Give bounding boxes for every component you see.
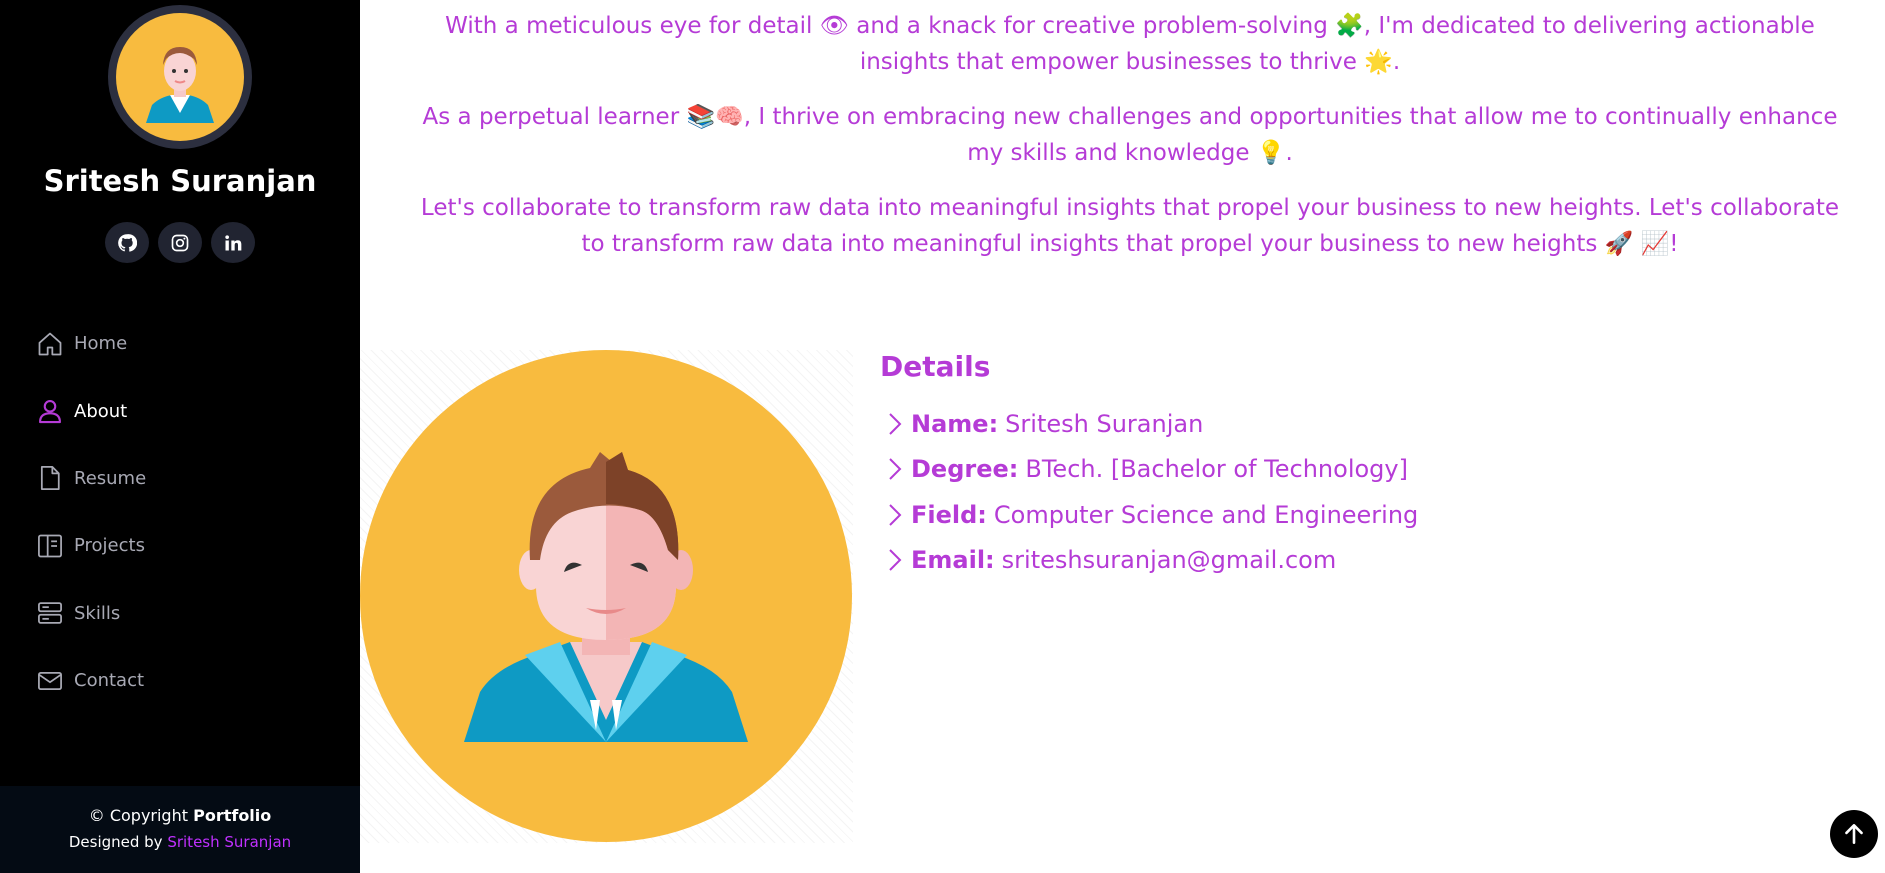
designer-link[interactable]: Sritesh Suranjan bbox=[167, 833, 291, 851]
nav-menu: Home About Resume Projects Skills Contac… bbox=[36, 310, 336, 714]
linkedin-icon bbox=[225, 234, 242, 250]
designed-prefix: Designed by bbox=[68, 833, 168, 851]
envelope-icon bbox=[36, 667, 64, 695]
detail-value: BTech. [Bachelor of Technology] bbox=[1025, 455, 1408, 484]
nav-label-projects: Projects bbox=[74, 535, 145, 557]
detail-row-email: Email: sriteshsuranjan@gmail.com bbox=[880, 538, 1780, 584]
nav-label-about: About bbox=[74, 400, 128, 422]
detail-label: Name: bbox=[911, 409, 999, 438]
details-title: Details bbox=[880, 350, 991, 383]
intro-paragraph-1: With a meticulous eye for detail 👁 and a… bbox=[445, 13, 1815, 75]
detail-label: Degree: bbox=[911, 455, 1019, 484]
github-icon bbox=[118, 233, 137, 252]
chevron-right-icon bbox=[889, 549, 902, 571]
intro-paragraph-3: Let's collaborate to transform raw data … bbox=[420, 195, 1840, 257]
sidebar-footer: © Copyright Portfolio Designed by Srites… bbox=[0, 786, 360, 873]
nav-item-skills[interactable]: Skills bbox=[36, 580, 336, 647]
home-icon bbox=[36, 330, 64, 358]
instagram-link[interactable] bbox=[158, 222, 202, 263]
sidebar: Sritesh Suranjan Home About Resume Proje… bbox=[0, 0, 360, 873]
detail-row-field: Field: Computer Science and Engineering bbox=[880, 492, 1780, 538]
avatar-image bbox=[116, 13, 244, 141]
detail-value: Computer Science and Engineering bbox=[993, 500, 1419, 529]
intro-paragraph-2: As a perpetual learner 📚🧠, I thrive on e… bbox=[422, 104, 1838, 166]
profile-name: Sritesh Suranjan bbox=[43, 164, 317, 198]
details-section: Details Name: Sritesh Suranjan Degree: B… bbox=[880, 350, 1780, 583]
file-icon bbox=[36, 464, 64, 492]
linkedin-link[interactable] bbox=[211, 222, 255, 263]
nav-item-projects[interactable]: Projects bbox=[36, 512, 336, 579]
github-link[interactable] bbox=[105, 222, 149, 263]
nav-item-contact[interactable]: Contact bbox=[36, 647, 336, 714]
nav-label-skills: Skills bbox=[74, 602, 121, 624]
social-links bbox=[0, 222, 360, 263]
server-icon bbox=[36, 599, 64, 627]
person-icon bbox=[36, 397, 64, 425]
detail-label: Field: bbox=[911, 500, 987, 529]
detail-value[interactable]: sriteshsuranjan@gmail.com bbox=[1002, 546, 1337, 574]
instagram-icon bbox=[171, 234, 189, 251]
copyright-brand: Portfolio bbox=[193, 806, 272, 825]
arrow-up-icon bbox=[1845, 824, 1863, 844]
nav-item-home[interactable]: Home bbox=[36, 310, 336, 377]
nav-item-about[interactable]: About bbox=[36, 377, 336, 444]
chevron-right-icon bbox=[889, 504, 902, 526]
nav-item-resume[interactable]: Resume bbox=[36, 445, 336, 512]
detail-row-name: Name: Sritesh Suranjan bbox=[880, 401, 1780, 447]
about-intro: With a meticulous eye for detail 👁 and a… bbox=[420, 8, 1840, 281]
copyright-prefix: © Copyright bbox=[88, 806, 194, 825]
detail-value: Sritesh Suranjan bbox=[1005, 409, 1204, 438]
back-to-top-button[interactable] bbox=[1830, 810, 1878, 858]
detail-label: Email: bbox=[911, 546, 995, 575]
avatar bbox=[108, 5, 252, 149]
main-content: With a meticulous eye for detail 👁 and a… bbox=[360, 0, 1885, 873]
nav-label-resume: Resume bbox=[74, 467, 147, 489]
chevron-right-icon bbox=[889, 413, 902, 435]
profile-illustration bbox=[360, 350, 853, 843]
nav-label-home: Home bbox=[74, 333, 128, 355]
nav-label-contact: Contact bbox=[74, 670, 145, 692]
designed-by-text: Designed by Sritesh Suranjan bbox=[0, 833, 360, 851]
detail-row-degree: Degree: BTech. [Bachelor of Technology] bbox=[880, 447, 1780, 493]
copyright-text: © Copyright Portfolio bbox=[0, 806, 360, 825]
chevron-right-icon bbox=[889, 458, 902, 480]
book-icon bbox=[36, 532, 64, 560]
